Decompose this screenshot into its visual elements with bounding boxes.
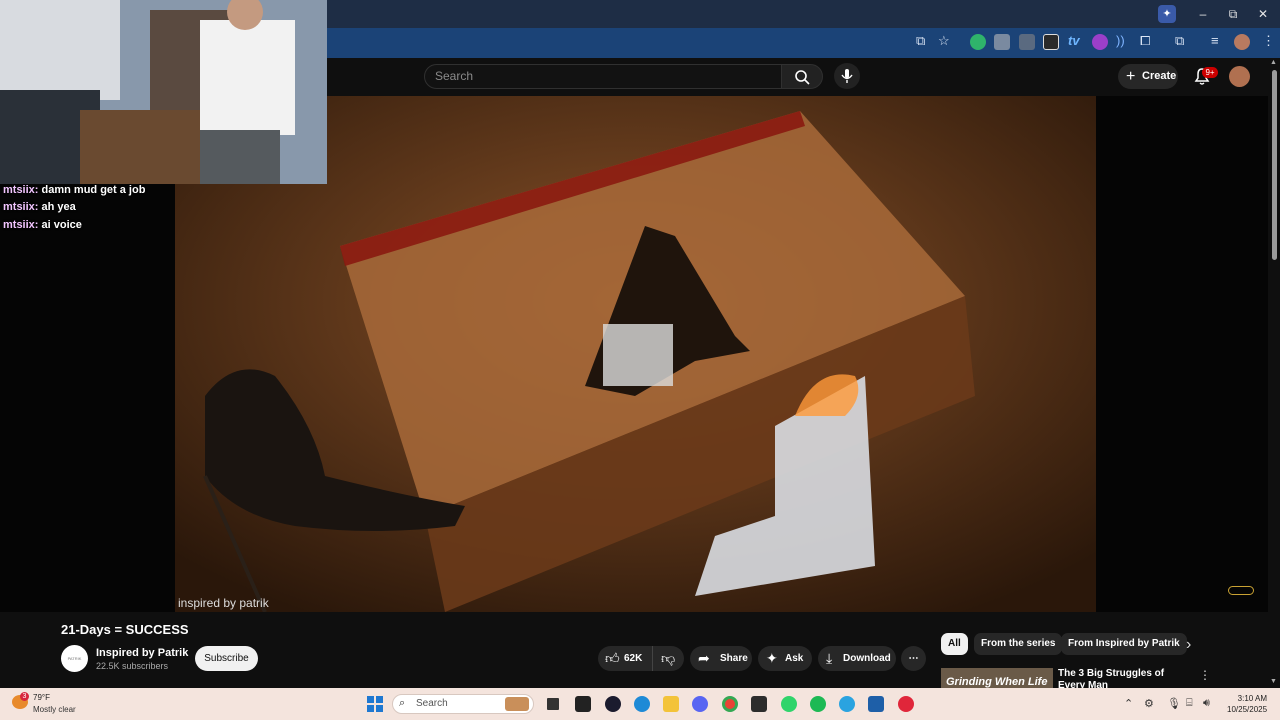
weather-condition[interactable]: Mostly clear [33,705,76,714]
spotify-icon[interactable] [810,696,826,712]
extension-icon[interactable] [994,34,1010,50]
media-control-icon[interactable]: ≡ [1211,33,1219,49]
share-icon: ➦ [698,650,710,666]
create-button[interactable]: + Create [1118,64,1178,89]
chat-message: mtsiix: ai voice [3,219,82,231]
extensions-puzzle-icon[interactable]: ⧠ [1140,33,1150,49]
chrome-icon[interactable] [722,696,738,712]
extension-grammarly-icon[interactable] [970,34,986,50]
taskbar-clock[interactable]: 3:10 AM 10/25/2025 [1227,693,1267,715]
task-view-icon[interactable] [545,696,561,712]
epic-games-icon[interactable] [575,696,591,712]
share-label: Share [720,653,748,664]
cast-icon[interactable]: ⧉ [916,33,925,49]
chip-from-series[interactable]: From the series [974,633,1063,655]
recommendation-thumbnail[interactable]: Grinding When Life [941,668,1053,688]
scrollbar-thumb[interactable] [1272,70,1277,260]
search-input[interactable]: Search [424,64,782,89]
chip-all[interactable]: All [941,633,968,655]
minimize-button[interactable]: – [1188,4,1218,24]
profile-avatar[interactable] [1234,34,1250,50]
network-icon[interactable]: ⌸ [1186,697,1193,710]
app-green-icon[interactable] [781,696,797,712]
player-pillarbox-right [1096,96,1268,612]
search-icon [795,70,810,85]
show-hidden-icons[interactable]: ⌃ [1124,697,1133,710]
maximize-button[interactable]: ⧉ [1218,4,1248,24]
edge-browser-icon[interactable] [634,696,650,712]
search-button[interactable] [781,64,823,89]
video-watermark: inspired by patrik [178,596,269,610]
search-highlight-icon [505,697,529,711]
notifications-badge: 9+ [1202,67,1218,78]
extension-tv-icon[interactable]: tv [1068,33,1080,49]
download-icon: ⤓ [826,650,833,666]
ask-label: Ask [785,653,804,664]
windows-start-icon[interactable] [367,696,383,712]
bookmark-star-icon[interactable]: ☆ [938,33,950,49]
search-icon: ⌕ [399,697,406,709]
dislike-button[interactable]: 👎︎ [652,646,684,671]
download-label: Download [843,653,891,664]
webcam-overlay [0,0,327,184]
like-button[interactable]: 👍︎ 62K [598,646,652,671]
create-label: Create [1142,70,1177,82]
tab-search-icon[interactable]: ⧉ [1175,33,1184,49]
more-vertical-icon[interactable]: ⋮ [1199,668,1211,682]
chip-from-channel[interactable]: From Inspired by Patrik [1061,633,1187,655]
scroll-up-icon[interactable]: ▲ [1270,59,1277,66]
telegram-icon[interactable] [839,696,855,712]
app-blue-icon[interactable] [868,696,884,712]
extension-grid-icon[interactable] [1019,34,1035,50]
subscribe-button[interactable]: Subscribe [195,646,258,671]
scroll-down-icon[interactable]: ▼ [1270,678,1277,685]
file-explorer-icon[interactable] [663,696,679,712]
discord-icon[interactable] [692,696,708,712]
tray-app-icon[interactable]: ⚙ [1144,697,1154,710]
autoplay-toggle[interactable] [1228,586,1254,595]
chat-message: mtsiix: damn mud get a job [3,184,146,196]
recommendation-title[interactable]: The 3 Big Struggles of Every Man [1058,668,1183,688]
weather-alert-badge: 3 [20,692,29,701]
ask-button[interactable]: ✦ Ask [758,646,812,671]
microphone-tray-icon[interactable]: 🎙︎ [1167,697,1181,710]
app-icon[interactable] [605,696,621,712]
more-horizontal-icon: ⋯ [908,653,919,664]
gemini-icon[interactable]: ✦ [1158,5,1176,23]
video-title: 21-Days = SUCCESS [61,622,189,637]
chevron-right-icon[interactable]: › [1186,636,1191,654]
close-window-button[interactable]: ✕ [1248,4,1278,24]
account-avatar[interactable] [1229,66,1250,87]
weather-temperature[interactable]: 79°F [33,693,50,702]
like-count: 62K [624,653,643,664]
more-actions-button[interactable]: ⋯ [901,646,926,671]
microphone-icon [841,69,853,83]
channel-name[interactable]: Inspired by Patrik [96,647,188,659]
browser-menu-icon[interactable]: ⋮ [1262,33,1275,49]
channel-avatar[interactable]: PATRIK [61,645,88,672]
app-red-icon[interactable] [898,696,914,712]
subscriber-count: 22.5K subscribers [96,661,169,671]
share-button[interactable]: ➦ Share [690,646,752,671]
download-button[interactable]: ⤓ Download [818,646,896,671]
extension-sound-icon[interactable]: )) [1116,33,1125,49]
volume-icon[interactable]: 🔊︎ [1203,697,1210,710]
thumbs-up-icon: 👍︎ [605,650,620,666]
sparkle-icon: ✦ [766,650,778,666]
thumbs-down-icon: 👎︎ [661,650,676,666]
plus-icon: + [1126,68,1136,85]
webcam-feed [0,0,327,184]
voice-search-button[interactable] [834,63,860,89]
capcut-icon[interactable] [751,696,767,712]
extension-media-icon[interactable] [1043,34,1059,50]
chat-message: mtsiix: ah yea [3,201,76,213]
extension-purple-icon[interactable] [1092,34,1108,50]
